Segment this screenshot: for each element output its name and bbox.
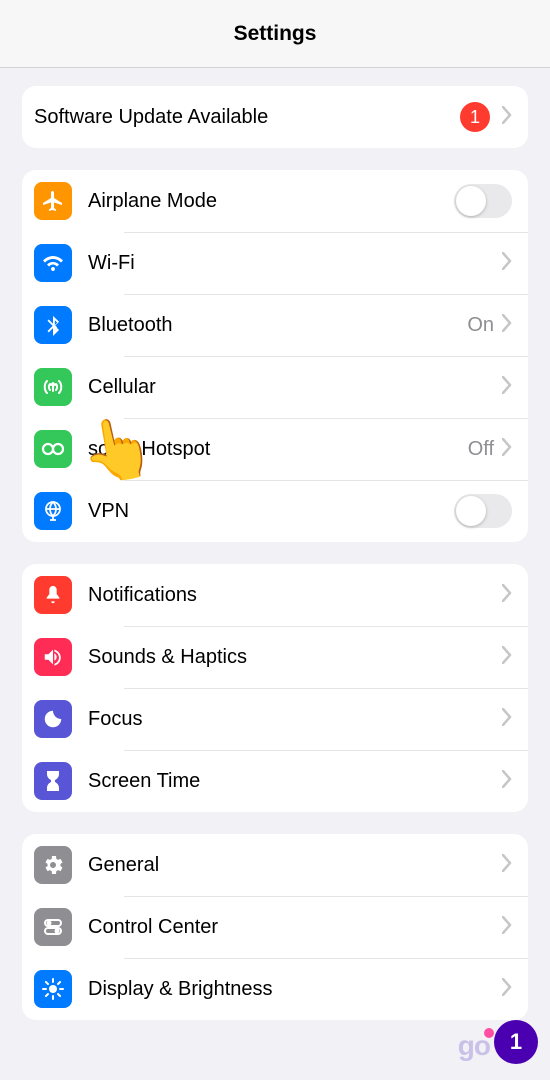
hotspot-label: sonal Hotspot — [88, 438, 468, 461]
vpn-label: VPN — [88, 500, 454, 523]
bluetooth-row[interactable]: Bluetooth On — [22, 294, 528, 356]
chevron-icon — [502, 978, 512, 1001]
chevron-icon — [502, 314, 512, 337]
vpn-row[interactable]: VPN — [22, 480, 528, 542]
step-number: 1 — [510, 1029, 522, 1055]
cellular-row[interactable]: Cellular — [22, 356, 528, 418]
settings-header: Settings — [0, 0, 550, 68]
hotspot-row[interactable]: sonal Hotspot Off — [22, 418, 528, 480]
sounds-icon — [34, 638, 72, 676]
chevron-icon — [502, 106, 512, 129]
sounds-row[interactable]: Sounds & Haptics — [22, 626, 528, 688]
airplane-toggle[interactable] — [454, 184, 512, 218]
cellular-label: Cellular — [88, 376, 502, 399]
chevron-icon — [502, 646, 512, 669]
notifications-group: Notifications Sounds & Haptics Focus Scr… — [22, 564, 528, 812]
bluetooth-label: Bluetooth — [88, 314, 467, 337]
screentime-row[interactable]: Screen Time — [22, 750, 528, 812]
airplane-mode-row[interactable]: Airplane Mode — [22, 170, 528, 232]
display-row[interactable]: Display & Brightness — [22, 958, 528, 1020]
bluetooth-icon — [34, 306, 72, 344]
wifi-row[interactable]: Wi-Fi — [22, 232, 528, 294]
chevron-icon — [502, 916, 512, 939]
hotspot-value: Off — [468, 438, 494, 461]
bluetooth-value: On — [467, 314, 494, 337]
focus-icon — [34, 700, 72, 738]
focus-label: Focus — [88, 708, 502, 731]
chevron-icon — [502, 854, 512, 877]
software-update-label: Software Update Available — [34, 106, 460, 129]
focus-row[interactable]: Focus — [22, 688, 528, 750]
general-group: General Control Center Display & Brightn… — [22, 834, 528, 1020]
general-icon — [34, 846, 72, 884]
display-label: Display & Brightness — [88, 978, 502, 1001]
connectivity-group: Airplane Mode Wi-Fi Bluetooth On Cellula… — [22, 170, 528, 542]
cellular-icon — [34, 368, 72, 406]
update-badge: 1 — [460, 102, 490, 132]
software-update-group: Software Update Available 1 — [22, 86, 528, 148]
control-center-icon — [34, 908, 72, 946]
chevron-icon — [502, 376, 512, 399]
chevron-icon — [502, 584, 512, 607]
software-update-row[interactable]: Software Update Available 1 — [22, 86, 528, 148]
chevron-icon — [502, 770, 512, 793]
vpn-icon — [34, 492, 72, 530]
hotspot-icon — [34, 430, 72, 468]
screentime-label: Screen Time — [88, 770, 502, 793]
notifications-label: Notifications — [88, 584, 502, 607]
notifications-icon — [34, 576, 72, 614]
screentime-icon — [34, 762, 72, 800]
airplane-label: Airplane Mode — [88, 190, 454, 213]
chevron-icon — [502, 708, 512, 731]
watermark-logo: go — [458, 1030, 490, 1062]
chevron-icon — [502, 252, 512, 275]
chevron-icon — [502, 438, 512, 461]
airplane-icon — [34, 182, 72, 220]
display-icon — [34, 970, 72, 1008]
wifi-label: Wi-Fi — [88, 252, 502, 275]
notifications-row[interactable]: Notifications — [22, 564, 528, 626]
step-badge: 1 — [494, 1020, 538, 1064]
control-center-row[interactable]: Control Center — [22, 896, 528, 958]
watermark-dot — [484, 1028, 494, 1038]
page-title: Settings — [234, 22, 317, 46]
wifi-icon — [34, 244, 72, 282]
sounds-label: Sounds & Haptics — [88, 646, 502, 669]
control-center-label: Control Center — [88, 916, 502, 939]
general-row[interactable]: General — [22, 834, 528, 896]
vpn-toggle[interactable] — [454, 494, 512, 528]
general-label: General — [88, 854, 502, 877]
